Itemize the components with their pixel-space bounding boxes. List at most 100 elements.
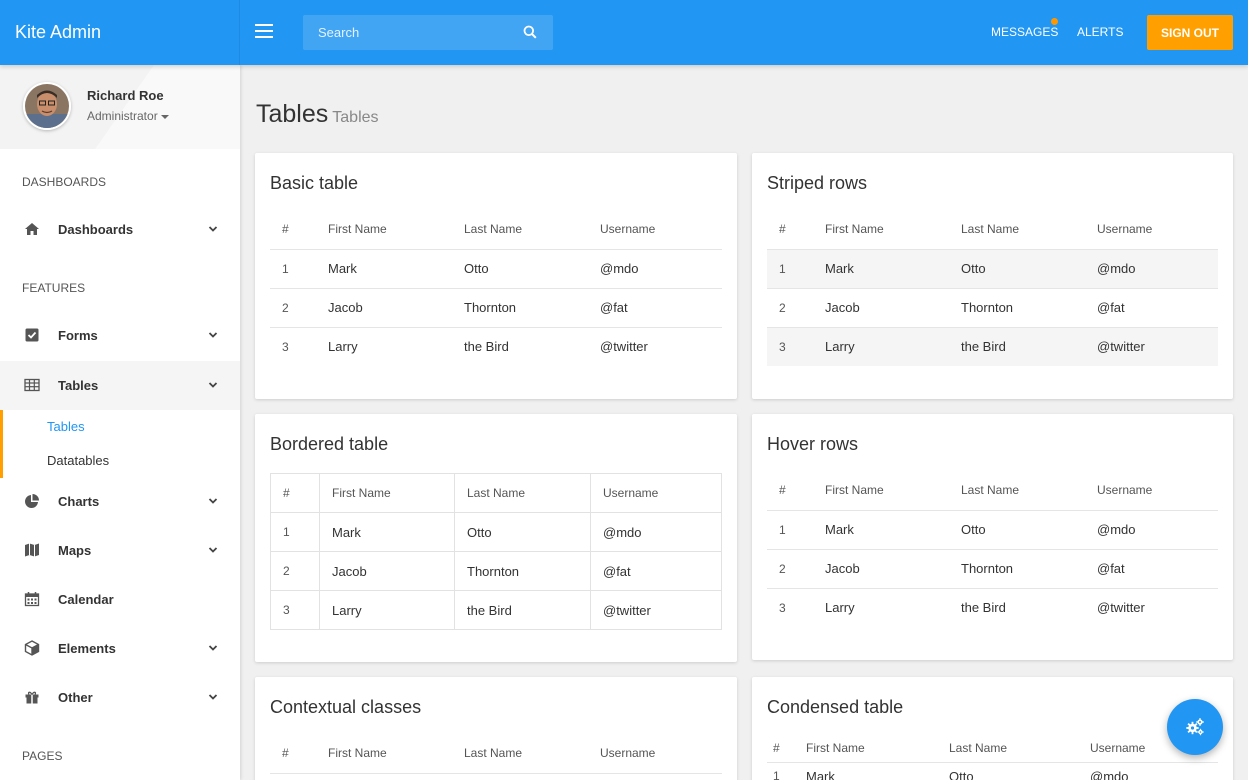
chevron-down-icon bbox=[208, 332, 218, 338]
pie-chart-icon bbox=[25, 494, 39, 508]
table-cell: @fat bbox=[1085, 288, 1218, 328]
sidebar-item-elements[interactable]: Elements bbox=[0, 624, 240, 673]
table-row[interactable]: 2 Jacob Thornton @fat bbox=[767, 549, 1218, 589]
table-cell: 2 bbox=[767, 549, 813, 589]
table-cell: @twitter bbox=[1097, 339, 1145, 355]
map-icon bbox=[25, 543, 39, 557]
table-cell: Thornton bbox=[949, 288, 1085, 328]
profile-role-dropdown[interactable]: Administrator bbox=[87, 109, 169, 123]
sidebar-item-label: Charts bbox=[58, 494, 100, 509]
settings-fab-button[interactable] bbox=[1167, 699, 1223, 755]
table-cell: 1 bbox=[270, 512, 320, 552]
avatar-image bbox=[25, 84, 69, 128]
column-header: Username bbox=[588, 210, 722, 250]
column-header: Username bbox=[1085, 471, 1218, 511]
table-cell: Otto bbox=[454, 512, 591, 552]
column-header: Last Name bbox=[949, 471, 1085, 511]
messages-link[interactable]: MESSAGES bbox=[991, 0, 1058, 65]
sidebar-item-other[interactable]: Other bbox=[0, 673, 240, 722]
menu-toggle-icon[interactable] bbox=[255, 24, 273, 40]
table-header-row: # First Name Last Name Username bbox=[270, 734, 722, 774]
column-header: Username bbox=[588, 734, 722, 774]
search-input[interactable] bbox=[303, 15, 553, 50]
cube-icon bbox=[24, 640, 40, 656]
bordered-table: # First Name Last Name Username 1 Mark Otto @m… bbox=[270, 473, 722, 630]
chevron-down-icon bbox=[208, 226, 218, 232]
sidebar-item-charts[interactable]: Charts bbox=[0, 477, 240, 526]
sidebar-item-dashboards[interactable]: Dashboards bbox=[0, 205, 240, 254]
top-navbar: Kite Admin MESSAGES ALERTS SIGN OUT bbox=[0, 0, 1248, 65]
profile-name: Richard Roe bbox=[87, 88, 164, 103]
notification-dot bbox=[1051, 18, 1058, 25]
table-cell: @mdo bbox=[590, 512, 722, 552]
alerts-link[interactable]: ALERTS bbox=[1077, 0, 1123, 65]
card-title: Contextual classes bbox=[270, 697, 422, 717]
gift-icon bbox=[25, 691, 39, 704]
column-header: First Name bbox=[316, 210, 452, 250]
table-row: 1 Mark Otto @mdo bbox=[767, 249, 1218, 289]
table-row: 3 Larry the Bird @twitter bbox=[270, 590, 722, 630]
table-cell: Larry bbox=[825, 339, 855, 355]
column-header: First Name bbox=[813, 471, 949, 511]
sidebar-item-label: Other bbox=[58, 690, 93, 705]
hover-table-card: Hover rows # First Name Last Name Username … bbox=[752, 414, 1233, 660]
sign-out-button[interactable]: SIGN OUT bbox=[1147, 15, 1233, 50]
card-title: Bordered table bbox=[270, 434, 389, 454]
table-header-row: # First Name Last Name Username bbox=[270, 473, 722, 513]
table-row: 2 Jacob Thornton @fat bbox=[270, 288, 722, 328]
sidebar-item-forms[interactable]: Forms bbox=[0, 311, 240, 360]
table-row[interactable]: 3 Larry the Bird @twitter bbox=[767, 588, 1218, 627]
table-row[interactable]: 1 Mark Otto @mdo bbox=[767, 510, 1218, 550]
brand-logo[interactable]: Kite Admin bbox=[0, 0, 240, 65]
section-title-pages: PAGES bbox=[22, 749, 63, 763]
sidebar-item-label: Calendar bbox=[58, 592, 114, 607]
chevron-down-icon bbox=[208, 382, 218, 388]
table-cell: Mark bbox=[813, 249, 949, 289]
column-header: Last Name bbox=[937, 734, 1078, 763]
table-cell: @mdo bbox=[1085, 249, 1218, 289]
table-cell: @twitter bbox=[1097, 600, 1145, 616]
profile-background-shape bbox=[80, 65, 240, 149]
sidebar-item-calendar[interactable]: Calendar bbox=[0, 575, 240, 624]
table-cell: 1 bbox=[767, 249, 813, 289]
table-header-row: # First Name Last Name Username bbox=[767, 734, 1218, 763]
avatar[interactable] bbox=[23, 82, 71, 130]
table-cell: Jacob bbox=[813, 549, 949, 589]
bordered-table-card: Bordered table # First Name Last Name Usern… bbox=[255, 414, 737, 662]
column-header: Username bbox=[590, 473, 722, 513]
submenu-item-datatables[interactable]: Datatables bbox=[47, 453, 109, 468]
sidebar-item-maps[interactable]: Maps bbox=[0, 526, 240, 575]
basic-table-card: Basic table # First Name Last Name Username… bbox=[255, 153, 737, 399]
search-icon[interactable] bbox=[523, 25, 537, 39]
table-cell: 3 bbox=[282, 339, 289, 354]
column-header: # bbox=[767, 471, 813, 511]
column-header: Username bbox=[1085, 210, 1218, 250]
table-header-row: # First Name Last Name Username bbox=[767, 471, 1218, 511]
table-cell: @fat bbox=[588, 288, 722, 328]
card-title: Striped rows bbox=[767, 173, 868, 193]
profile-role: Administrator bbox=[87, 109, 158, 123]
page-title: Tables Tables bbox=[256, 100, 379, 129]
table-cell: Larry bbox=[319, 590, 455, 630]
table-cell: Thornton bbox=[949, 549, 1085, 589]
table-cell: Mark bbox=[813, 510, 949, 550]
sidebar-item-tables[interactable]: Tables bbox=[0, 361, 240, 410]
submenu-item-tables[interactable]: Tables bbox=[47, 419, 85, 434]
contextual-table: # First Name Last Name Username bbox=[270, 734, 722, 774]
chevron-down-icon bbox=[208, 645, 218, 651]
table-cell: the Bird bbox=[464, 339, 509, 355]
page-title-text: Tables bbox=[256, 100, 329, 128]
table-cell: @twitter bbox=[590, 590, 722, 630]
table-cell: the Bird bbox=[961, 600, 1006, 616]
page-subtitle: Tables bbox=[332, 109, 379, 126]
contextual-table-card: Contextual classes # First Name Last Name U… bbox=[255, 677, 737, 780]
chevron-down-icon bbox=[208, 547, 218, 553]
table-cell: Jacob bbox=[316, 288, 452, 328]
sidebar-item-label: Tables bbox=[58, 378, 99, 393]
table-cell: the Bird bbox=[961, 339, 1006, 355]
table-header-row: # First Name Last Name Username bbox=[270, 210, 722, 250]
table-cell: @fat bbox=[590, 551, 722, 591]
sidebar-item-label: Elements bbox=[58, 641, 116, 656]
home-icon bbox=[25, 223, 39, 235]
table-cell: @mdo bbox=[1085, 510, 1218, 550]
